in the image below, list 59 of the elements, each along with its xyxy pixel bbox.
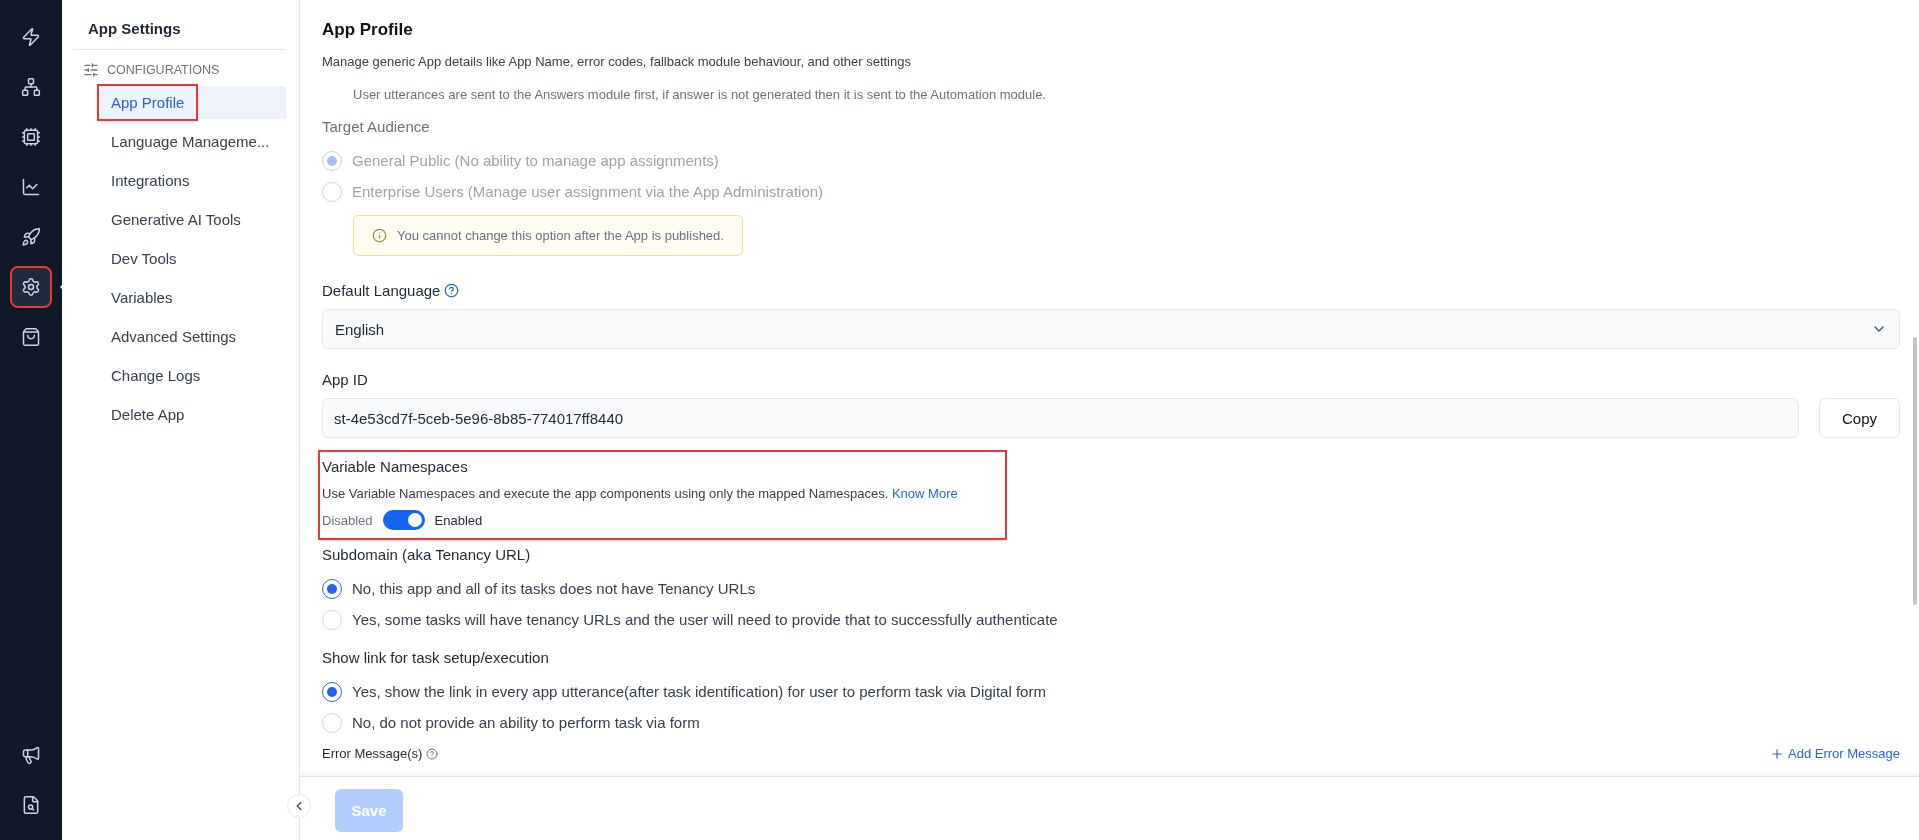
radio-label: No, this app and all of its tasks does not have Tenancy URLs <box>352 580 756 597</box>
sliders-icon <box>83 62 99 78</box>
chip-icon <box>21 127 41 147</box>
know-more-link[interactable]: Know More <box>891 486 958 501</box>
toggle-on-label: Enabled <box>434 512 483 528</box>
field-label: Subdomain (aka Tenancy URL) <box>322 546 532 563</box>
copy-button[interactable]: Copy <box>1819 398 1900 438</box>
document-search-icon <box>21 795 41 815</box>
collapse-button[interactable] <box>287 794 311 818</box>
radio-label: No, do not provide an ability to perform task via form <box>352 714 700 731</box>
sidebar-item[interactable]: Advanced Settings <box>99 320 284 353</box>
bag-icon <box>21 327 41 347</box>
section-description: Use Variable Namespaces and execute the app components using only the mapped Namespaces. Know More <box>322 486 959 501</box>
radio-button[interactable] <box>322 681 342 702</box>
radio-option[interactable]: No, this app and all of its tasks does not have Tenancy URLs <box>322 573 1900 604</box>
sidebar-item[interactable]: Change Logs <box>99 359 284 392</box>
megaphone-icon <box>21 745 41 765</box>
radio-label: Yes, some tasks will have tenancy URLs and the user will need to provide that to successfully authenticate <box>352 611 1058 628</box>
settings-icon <box>21 277 41 297</box>
sidebar-item[interactable]: App Profile <box>99 86 197 119</box>
notice-text: You cannot change this option after the App is published. <box>397 228 724 243</box>
add-error-link[interactable]: Add Error Message <box>1770 746 1900 761</box>
help-icon <box>426 747 439 760</box>
sidebar-item[interactable]: Integrations <box>99 164 284 197</box>
field-label: Error Message(s) <box>322 746 423 761</box>
sidebar-item[interactable]: Variables <box>99 281 284 314</box>
app-id-field[interactable]: st-4e53cd7f-5ceb-5e96-8b85-774017ff8440 <box>322 398 1799 438</box>
bolt-icon <box>21 27 41 47</box>
field-label: Default Language <box>322 282 441 299</box>
radio-option[interactable]: Yes, some tasks will have tenancy URLs and the user will need to provide that to successfully authenticate <box>322 604 1900 635</box>
language-select[interactable]: English <box>322 309 1900 349</box>
section-title: Variable Namespaces <box>322 458 469 475</box>
radio-button[interactable] <box>322 578 342 599</box>
help-icon <box>444 283 460 298</box>
routing-note: User utterances are sent to the Answers module first, if answer is not generated then it is sent to the Automation module. <box>352 86 1047 104</box>
info-icon <box>372 228 387 243</box>
toggle-switch[interactable] <box>382 510 425 530</box>
sidebar-title: App Settings <box>73 20 286 50</box>
radio-label: General Public (No ability to manage app assignments) <box>352 152 719 169</box>
field-label: Target Audience <box>322 118 431 135</box>
line-chart-icon <box>21 177 41 197</box>
page-title: App Profile <box>322 20 414 40</box>
toggle-off-label: Disabled <box>322 512 373 528</box>
plus-icon <box>1770 746 1784 761</box>
section-heading: CONFIGURATIONS <box>107 63 220 77</box>
field-label: App ID <box>322 371 369 388</box>
radio-option[interactable]: No, do not provide an ability to perform task via form <box>322 707 1900 738</box>
sidebar-item[interactable]: Generative AI Tools <box>99 203 284 236</box>
sidebar-item[interactable]: Delete App <box>99 398 284 431</box>
rocket-icon <box>21 227 41 247</box>
field-label: Show link for task setup/execution <box>322 649 550 666</box>
scrollbar-thumb[interactable] <box>1913 337 1917 605</box>
sidebar-item[interactable]: Dev Tools <box>99 242 284 275</box>
sitemap-icon <box>21 77 41 97</box>
radio-label: Yes, show the link in every app utterance(after task identification) for user to perform task via Digital form <box>352 683 1046 700</box>
radio-label: Enterprise Users (Manage user assignment via the App Administration) <box>352 183 824 200</box>
sidebar-item[interactable]: Language Manageme... <box>99 125 284 158</box>
page-description: Manage generic App details like App Name, error codes, fallback module behaviour, and other settings <box>322 54 912 69</box>
radio-option[interactable]: Yes, show the link in every app utterance(after task identification) for user to perform task via Digital form <box>322 676 1900 707</box>
